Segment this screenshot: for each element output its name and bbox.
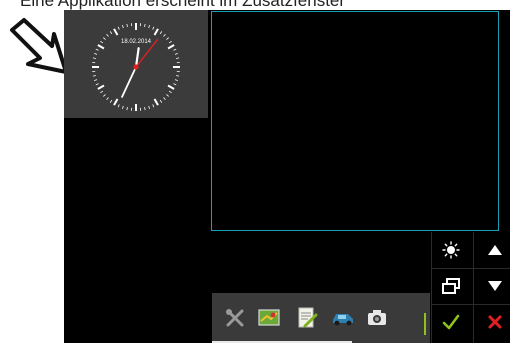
clock-hour-tick [113,28,119,36]
close-icon [488,315,502,329]
clock-minute-tick [109,99,113,103]
clock-minute-tick [148,25,150,29]
clock-minute-tick [95,83,99,86]
clock-minute-tick [159,31,163,35]
camera-button[interactable] [364,305,390,331]
clock-hour-tick [153,98,159,106]
clock-date: 18.02.2014 [120,39,152,45]
close-button[interactable] [480,308,510,336]
clock-hour-tick [97,84,105,90]
clock-face [92,23,180,111]
clock-minute-tick [152,104,155,108]
control-divider [431,304,510,305]
clock-minute-tick [163,97,166,100]
window-switch-icon [442,278,460,294]
brightness-button[interactable] [436,236,466,264]
map-button[interactable] [256,305,282,331]
app-taskbar [212,293,430,343]
clock-widget[interactable]: 18.02.2014 [64,10,208,118]
notes-icon [298,307,318,328]
car-icon [333,314,353,326]
control-divider [431,232,432,343]
clock-minute-tick [106,34,109,37]
clock-minute-tick [144,23,146,27]
clock-minute-tick [122,25,124,29]
clock-minute-tick [173,83,177,86]
clock-minute-tick [152,26,155,30]
clock-minute-tick [94,53,98,55]
map-icon [258,309,280,326]
scroll-down-button[interactable] [480,272,510,300]
brightness-icon [442,241,460,259]
clock-hour-tick [153,28,159,36]
scroll-up-icon [488,245,502,255]
clock-hour-tick [97,44,105,50]
clock-minute-tick [174,79,178,81]
clock-center [133,64,139,70]
camera-icon [368,310,386,325]
scroll-up-button[interactable] [480,236,510,264]
clock-minute-tick [103,94,106,97]
tools-button[interactable] [222,305,248,331]
accept-icon [442,314,460,330]
clock-minute-tick [173,48,177,51]
clock-hour-tick [113,98,119,106]
clock-minute-tick [166,94,169,97]
additional-window[interactable] [211,11,499,231]
car-button[interactable] [330,305,356,331]
clock-minute-tick [159,99,163,103]
clock-minute-tick [144,107,146,111]
accept-button[interactable] [436,308,466,336]
clock-minute-tick [92,57,96,59]
clock-minute-tick [109,31,113,35]
clock-minute-tick [176,57,180,59]
tools-icon [226,309,244,327]
clock-minute-hand [121,66,137,98]
clock-minute-tick [100,90,104,94]
clock-minute-tick [94,79,98,81]
clock-minute-tick [163,34,166,37]
device-screen: 18.02.2014 [64,10,510,343]
window-switch-button[interactable] [436,272,466,300]
notes-button[interactable] [294,305,320,331]
clock-minute-tick [117,26,120,30]
clock-hour-tick [167,44,175,50]
clock-minute-tick [92,75,96,77]
clock-minute-tick [174,53,178,55]
control-divider [473,232,474,343]
clock-minute-tick [106,97,109,100]
clock-minute-tick [95,48,99,51]
clock-minute-tick [126,23,128,27]
control-divider [431,268,510,269]
clock-minute-tick [148,105,150,109]
pointer-arrow-icon [10,18,68,74]
clock-minute-tick [126,107,128,111]
clock-minute-tick [117,104,120,108]
clock-minute-tick [168,90,172,94]
clock-hour-tick [167,84,175,90]
scroll-down-icon [488,281,502,291]
clock-minute-tick [122,105,124,109]
taskbar-accent-bar [424,313,426,335]
clock-minute-tick [176,75,180,77]
